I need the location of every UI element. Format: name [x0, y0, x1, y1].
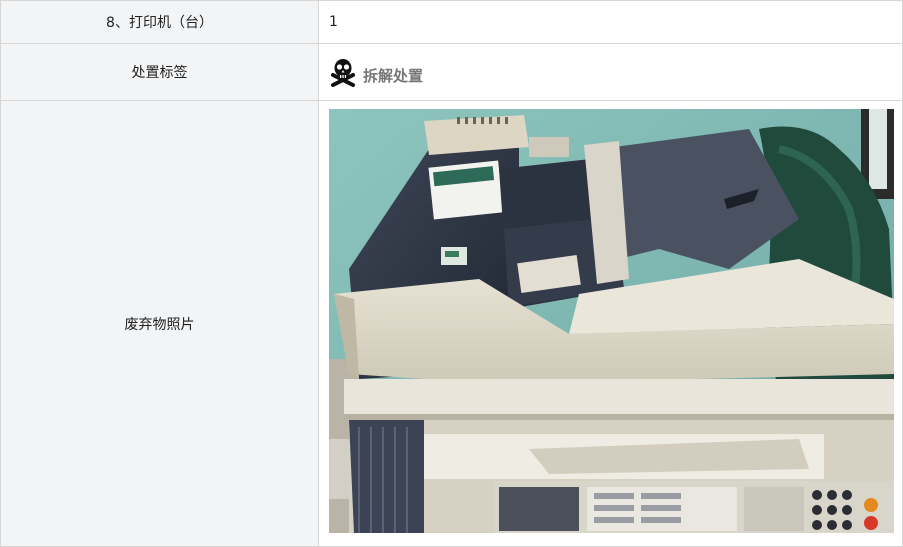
waste-info-table: 8、打印机（台） 1 处置标签 拆解处置 废弃物照片	[0, 0, 903, 547]
table-row: 8、打印机（台） 1	[0, 0, 903, 44]
row-label: 废弃物照片	[0, 100, 319, 547]
quantity-value: 1	[318, 0, 903, 44]
skull-crossbones-icon	[331, 59, 355, 87]
waste-photo	[329, 108, 894, 533]
waste-photo-cell	[318, 100, 903, 547]
disposal-tag-label: 拆解处置	[363, 66, 424, 85]
row-label: 8、打印机（台）	[0, 0, 319, 44]
table-row: 废弃物照片	[0, 100, 903, 547]
table-row: 处置标签 拆解处置	[0, 43, 903, 101]
disposal-tag-cell: 拆解处置	[318, 43, 903, 101]
disposal-tag: 拆解处置	[329, 57, 901, 87]
row-label: 处置标签	[0, 43, 319, 101]
